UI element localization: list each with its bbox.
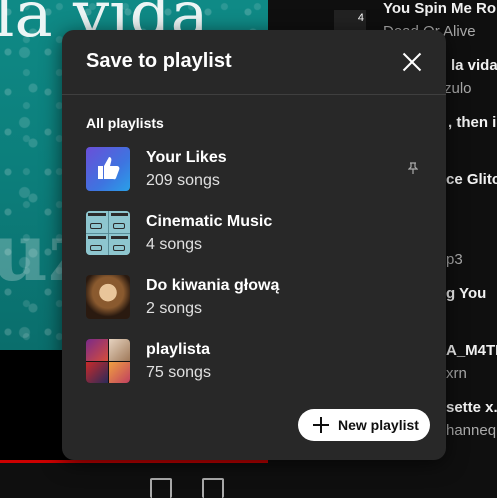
up-next-title[interactable]: You Spin Me Ro [383, 0, 496, 17]
playlist-thumbnail [86, 339, 130, 383]
playlist-item-your-likes[interactable]: Your Likes 209 songs [62, 145, 446, 209]
up-next-artist: zulo [444, 80, 472, 97]
video-progress-bar[interactable] [0, 460, 268, 463]
playlist-count: 209 songs [146, 172, 220, 189]
playlist-count: 4 songs [146, 236, 203, 253]
playlist-item-cinematic-music[interactable]: Cinematic Music 4 songs [62, 209, 446, 273]
dialog-title: Save to playlist [86, 50, 232, 72]
playlist-item-do-kiwania-glowa[interactable]: Do kiwania głową 2 songs [62, 273, 446, 337]
plus-icon [311, 415, 331, 435]
up-next-title[interactable]: la vida [451, 57, 497, 74]
close-icon[interactable] [402, 52, 422, 72]
playlist-item-playlista[interactable]: playlista 75 songs [62, 337, 446, 401]
section-label-all-playlists: All playlists [86, 115, 164, 131]
share-icon[interactable] [202, 478, 224, 498]
up-next-artist: p3 [446, 251, 463, 268]
playlist-count: 75 songs [146, 364, 211, 381]
playlist-thumbnail [86, 211, 130, 255]
save-to-playlist-dialog: Save to playlist All playlists Your Like… [62, 30, 446, 460]
up-next-title[interactable]: A_M4TH [446, 342, 497, 359]
playlist-name: playlista [146, 341, 211, 358]
up-next-artist: hanneq [446, 422, 497, 439]
up-next-title[interactable]: , then i' [448, 114, 497, 131]
playlist-name: Your Likes [146, 149, 227, 166]
playlist-thumbnail [86, 275, 130, 319]
new-playlist-button[interactable]: New playlist [298, 409, 430, 441]
pin-icon[interactable] [408, 162, 418, 174]
video-controls [150, 478, 224, 498]
up-next-title[interactable]: sette x. [446, 399, 497, 416]
up-next-title[interactable]: g You [446, 285, 486, 302]
up-next-artist: xrn [446, 365, 467, 382]
up-next-title[interactable]: ce Glitch [446, 171, 497, 188]
thumbs-up-icon [86, 147, 130, 191]
playlist-list: Your Likes 209 songs Cinematic Music 4 s… [62, 145, 446, 401]
playlist-name: Cinematic Music [146, 213, 273, 230]
playlist-count: 2 songs [146, 300, 203, 317]
new-playlist-label: New playlist [338, 417, 419, 433]
queue-number-badge: 4 [357, 12, 364, 24]
playlist-name: Do kiwania głową [146, 277, 280, 294]
up-next-thumbnail[interactable]: 4 [334, 10, 366, 30]
dialog-header: Save to playlist [62, 30, 446, 95]
save-icon[interactable] [150, 478, 172, 498]
